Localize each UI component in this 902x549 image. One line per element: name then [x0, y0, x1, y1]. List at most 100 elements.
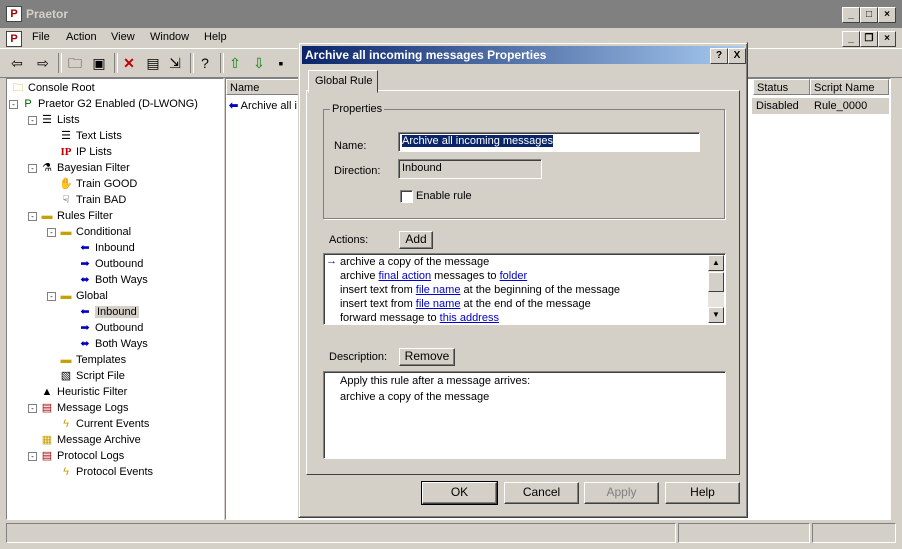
tree-node-label: Inbound [95, 242, 135, 254]
apply-button[interactable]: Apply [584, 482, 659, 504]
praetor-p-icon[interactable]: P [6, 31, 22, 47]
action-link[interactable]: file name [416, 284, 461, 296]
menu-action[interactable]: Action [66, 31, 97, 43]
action-link[interactable]: this address [440, 312, 499, 324]
tab-global-rule[interactable]: Global Rule [308, 70, 378, 93]
action-link[interactable]: folder [500, 270, 528, 282]
tree-node[interactable]: ▬ Global [59, 288, 108, 304]
rules-icon: ▬ [60, 290, 72, 302]
row-name: Archive all i [240, 100, 297, 112]
script-icon: ▧ [60, 370, 72, 382]
tree-expander-icon[interactable]: - [28, 404, 37, 413]
tree-expander-icon[interactable]: - [28, 452, 37, 461]
remove-button[interactable]: Remove [399, 348, 455, 366]
properties-icon[interactable]: ▤ [144, 54, 162, 72]
tree-node[interactable]: ▦ Message Archive [40, 432, 141, 448]
tree-node[interactable]: ⚗ Bayesian Filter [40, 160, 130, 176]
menu-help[interactable]: Help [204, 31, 227, 43]
add-button[interactable]: Add [399, 231, 433, 249]
tree-expander-icon[interactable]: - [47, 292, 56, 301]
action-item[interactable]: insert text from file name at the end of… [340, 297, 591, 311]
tree-node[interactable]: IP IP Lists [59, 144, 112, 160]
tab-label: Global Rule [315, 75, 373, 87]
menu-window[interactable]: Window [150, 31, 189, 43]
help-button[interactable]: Help [665, 482, 740, 504]
enable-rule-checkbox[interactable] [400, 190, 413, 203]
scroll-up-icon[interactable]: ▲ [708, 255, 724, 271]
tree-node-label: Both Ways [95, 274, 148, 286]
tree-node[interactable]: ➡ Outbound [78, 320, 143, 336]
child-close-icon[interactable]: × [878, 31, 896, 47]
tree-node[interactable]: 🗀 Console Root [11, 80, 95, 96]
table-row[interactable]: ⬅ Archive all i [229, 98, 297, 114]
tree-node[interactable]: ▬ Rules Filter [40, 208, 113, 224]
scroll-icon: ☰ [42, 114, 52, 126]
dialog-close-icon[interactable]: X [728, 48, 746, 64]
save-icon[interactable]: ▪ [272, 54, 290, 72]
tree-node[interactable]: ▤ Message Logs [40, 400, 129, 416]
arrow-left-icon: ⬅ [80, 306, 90, 318]
tree-node[interactable]: ▬ Templates [59, 352, 127, 368]
column-header-name[interactable]: Name [226, 79, 300, 95]
name-field[interactable]: Archive all incoming messages [398, 132, 700, 152]
tree-node[interactable]: ▲ Heuristic Filter [40, 384, 128, 400]
menu-file[interactable]: File [32, 31, 50, 43]
scroll-down-icon[interactable]: ▼ [708, 307, 724, 323]
console-tree[interactable]: 🗀 Console Root - P Praetor G2 Enabled (D-LWO… [6, 78, 224, 520]
tree-node[interactable]: ☰ Text Lists [59, 128, 122, 144]
tree-expander-icon[interactable]: - [28, 212, 37, 221]
scroll-thumb[interactable] [708, 272, 724, 292]
action-item[interactable]: forward message to this address [340, 311, 499, 325]
move-down-icon[interactable]: ⇩ [250, 54, 268, 72]
table-row-selected-cells[interactable]: Disabled Rule_0000 [752, 98, 889, 114]
minimize-icon[interactable]: _ [842, 7, 860, 23]
action-link[interactable]: file name [416, 298, 461, 310]
action-item[interactable]: archive a copy of the message [340, 255, 489, 269]
actions-list[interactable]: → archive a copy of the message archive f… [323, 253, 726, 325]
column-header-script-name[interactable]: Script Name [810, 79, 889, 95]
close-icon[interactable]: × [878, 7, 896, 23]
tree-node[interactable]: ✋ Train GOOD [59, 176, 137, 192]
enable-rule-label[interactable]: Enable rule [416, 190, 472, 202]
back-arrow-icon[interactable]: ⇦ [8, 54, 26, 72]
action-item[interactable]: insert text from file name at the beginn… [340, 283, 620, 297]
tree-node[interactable]: ➡ Outbound [78, 256, 143, 272]
tree-expander-icon[interactable]: - [28, 116, 37, 125]
ok-button[interactable]: OK [421, 481, 498, 505]
delete-icon[interactable]: ✕ [120, 54, 138, 72]
tree-node[interactable]: ☰ Lists [40, 112, 80, 128]
tree-node[interactable]: ☟ Train BAD [59, 192, 127, 208]
actions-scrollbar[interactable]: ▲ ▼ [708, 255, 724, 323]
forward-arrow-icon[interactable]: ⇨ [34, 54, 52, 72]
tree-node[interactable]: ⬌ Both Ways [78, 336, 147, 352]
move-up-icon[interactable]: ⇧ [226, 54, 244, 72]
tree-expander-icon[interactable]: - [9, 100, 18, 109]
action-link[interactable]: final action [379, 270, 432, 282]
up-folder-icon[interactable]: 🗀 [66, 54, 84, 72]
help-icon[interactable]: ? [196, 54, 214, 72]
cancel-button[interactable]: Cancel [504, 482, 579, 504]
child-minimize-icon[interactable]: _ [842, 31, 860, 47]
tree-node[interactable]: ▧ Script File [59, 368, 125, 384]
maximize-icon[interactable]: □ [860, 7, 878, 23]
column-header-status[interactable]: Status [753, 79, 810, 95]
tree-node-label: Praetor G2 Enabled (D-LWONG) [38, 98, 198, 110]
tree-node[interactable]: ▬ Conditional [59, 224, 132, 240]
action-item[interactable]: archive final action messages to folder [340, 269, 527, 283]
menu-view[interactable]: View [111, 31, 135, 43]
child-restore-icon[interactable]: ❐ [860, 31, 878, 47]
tree-node[interactable]: ⬌ Both Ways [78, 272, 148, 288]
tree-expander-icon[interactable]: - [47, 228, 56, 237]
tree-node[interactable]: ϟ Current Events [59, 416, 149, 432]
tree-node[interactable]: ϟ Protocol Events [59, 464, 153, 480]
export-icon[interactable]: ⇲ [166, 54, 184, 72]
tree-node[interactable]: P Praetor G2 Enabled (D-LWONG) [21, 96, 198, 112]
tree-node[interactable]: ▤ Protocol Logs [40, 448, 124, 464]
show-tree-icon[interactable]: ▣ [90, 54, 108, 72]
tree-node[interactable]: ⬅ Inbound [78, 240, 135, 256]
tree-node-label: Text Lists [76, 130, 122, 142]
tree-expander-icon[interactable]: - [28, 164, 37, 173]
tree-node-label: Message Logs [57, 402, 129, 414]
dialog-help-icon[interactable]: ? [710, 48, 728, 64]
tree-node[interactable]: ⬅ Inbound [78, 304, 139, 320]
